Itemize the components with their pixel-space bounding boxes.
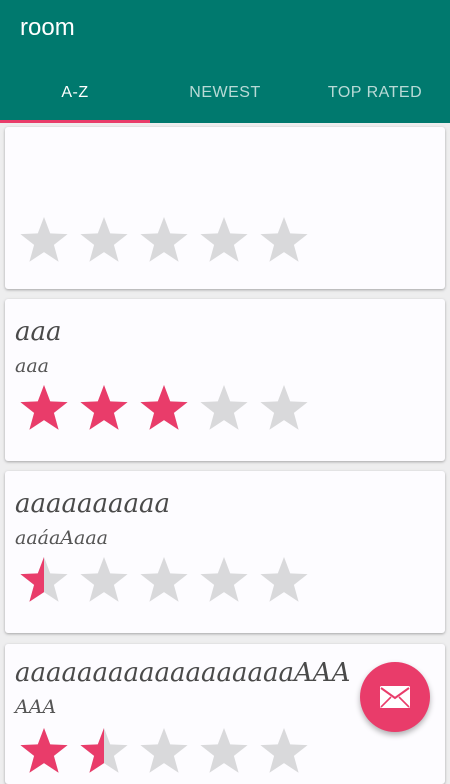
star-empty-icon[interactable] <box>139 726 189 776</box>
rating-bar[interactable] <box>19 555 309 605</box>
app-bar: room A-Z NEWEST TOP RATED <box>0 0 450 123</box>
tab-bar: A-Z NEWEST TOP RATED <box>0 62 450 123</box>
star-empty-icon[interactable] <box>259 555 309 605</box>
star-half-icon[interactable] <box>79 726 129 776</box>
tab-newest[interactable]: NEWEST <box>150 62 300 123</box>
star-half-icon[interactable] <box>19 555 69 605</box>
star-empty-icon[interactable] <box>259 726 309 776</box>
list-item-card[interactable]: aaaaaaaaaa aaáaAaaa <box>5 471 445 633</box>
star-empty-icon[interactable] <box>199 383 249 433</box>
star-filled-icon[interactable] <box>139 383 189 433</box>
tab-label: TOP RATED <box>327 83 423 101</box>
star-filled-icon[interactable] <box>79 383 129 433</box>
rating-bar[interactable] <box>19 215 309 265</box>
list-item-card[interactable] <box>5 127 445 289</box>
tab-label: A-Z <box>61 83 89 101</box>
tab-top-rated[interactable]: TOP RATED <box>300 62 450 123</box>
tab-a-z[interactable]: A-Z <box>0 62 150 123</box>
rating-bar[interactable] <box>19 383 309 433</box>
star-empty-icon[interactable] <box>79 215 129 265</box>
star-filled-icon[interactable] <box>19 383 69 433</box>
star-empty-icon[interactable] <box>199 726 249 776</box>
tab-label: NEWEST <box>189 83 261 101</box>
star-empty-icon[interactable] <box>259 215 309 265</box>
app-title: room <box>20 14 75 41</box>
list-item-card[interactable]: aaa aaa <box>5 299 445 461</box>
item-subtitle: aaáaAaaa <box>15 527 109 549</box>
star-empty-icon[interactable] <box>139 555 189 605</box>
star-empty-icon[interactable] <box>19 215 69 265</box>
star-empty-icon[interactable] <box>259 383 309 433</box>
tab-indicator <box>0 120 150 123</box>
star-filled-icon[interactable] <box>19 726 69 776</box>
star-empty-icon[interactable] <box>199 215 249 265</box>
star-empty-icon[interactable] <box>79 555 129 605</box>
item-title: aaaaaaaaaa <box>15 489 171 519</box>
mail-icon <box>380 686 410 708</box>
item-title: aaa <box>15 317 62 347</box>
rating-bar[interactable] <box>19 726 309 776</box>
star-empty-icon[interactable] <box>139 215 189 265</box>
item-subtitle: AAA <box>15 696 57 718</box>
item-subtitle: aaa <box>15 355 49 377</box>
item-title: aaaaaaaaaaaaaaaaaaAAA <box>15 658 351 688</box>
star-empty-icon[interactable] <box>199 555 249 605</box>
compose-fab-button[interactable] <box>360 662 430 732</box>
